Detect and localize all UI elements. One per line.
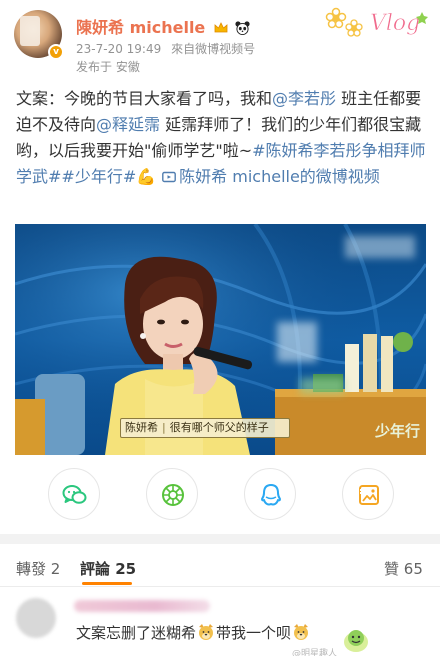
share-actions bbox=[0, 468, 440, 520]
tab-comments-count: 25 bbox=[115, 560, 137, 578]
tab-comments-label: 評論 bbox=[80, 560, 111, 578]
avatar-decoration bbox=[20, 16, 40, 46]
verified-badge-icon: v bbox=[48, 44, 64, 60]
post-location: 发布于 安徽 bbox=[76, 60, 140, 74]
comment-text: 文案忘删了迷糊希 带我一个呗 bbox=[76, 622, 311, 643]
share-qq-button[interactable] bbox=[244, 468, 296, 520]
comment-item[interactable]: 文案忘删了迷糊希 带我一个呗 bbox=[0, 590, 440, 656]
video-link-text: 陈妍希 michelle的微博视频 bbox=[179, 167, 380, 186]
vlog-badge-text: Vlog bbox=[370, 11, 420, 36]
comment-text-part: 带我一个呗 bbox=[216, 624, 292, 642]
post-header: v 陳妍希 michelle 23-7-20 19:49 來自微博视频号 发布于… bbox=[0, 0, 440, 84]
subtitle-speaker: 陈妍希 bbox=[125, 421, 158, 434]
video-link[interactable]: 陈妍希 michelle的微博视频 bbox=[156, 167, 380, 186]
interaction-tabs: 轉發 2 評論 25 贊 65 bbox=[0, 552, 440, 586]
image-watermark: @明星趣人 bbox=[292, 649, 338, 656]
source-prefix: 來自 bbox=[171, 42, 196, 56]
tab-repost-count: 2 bbox=[50, 560, 61, 578]
mention-link[interactable]: @李若彤 bbox=[272, 89, 336, 108]
post-text-part: 文案：今晚的节目大家看了吗，我和 bbox=[16, 89, 273, 108]
panda-icon bbox=[235, 21, 251, 35]
image-share-icon bbox=[359, 485, 379, 505]
crown-icon bbox=[214, 22, 228, 33]
active-tab-indicator bbox=[82, 582, 132, 585]
tab-likes-label: 贊 bbox=[384, 560, 400, 578]
subtitle-text: 很有哪个师父的样子 bbox=[169, 421, 269, 434]
tab-likes[interactable]: 贊 65 bbox=[384, 558, 423, 579]
section-divider bbox=[0, 534, 440, 544]
moments-icon bbox=[162, 484, 184, 506]
mention-link[interactable]: @释延霈 bbox=[96, 115, 160, 134]
subtitle-separator: | bbox=[162, 421, 166, 434]
share-image-button[interactable] bbox=[342, 468, 394, 520]
sticker-icon bbox=[344, 630, 368, 652]
video-icon bbox=[162, 171, 177, 183]
tabs-divider bbox=[0, 586, 440, 587]
commenter-name-blurred[interactable] bbox=[74, 600, 210, 612]
post-text: 文案：今晚的节目大家看了吗，我和@李若彤 班主任都要迫不及待向@释延霈 延霈拜师… bbox=[16, 86, 426, 190]
post-timestamp: 23-7-20 19:49 bbox=[76, 42, 162, 56]
username-text: 陳妍希 michelle bbox=[76, 18, 206, 37]
post-meta: 23-7-20 19:49 來自微博视频号 bbox=[76, 40, 255, 57]
share-wechat-button[interactable] bbox=[48, 468, 100, 520]
blurred-overlay bbox=[345, 236, 415, 258]
muscle-emoji: 💪 bbox=[136, 167, 157, 186]
username-link[interactable]: 陳妍希 michelle bbox=[76, 14, 251, 38]
qq-icon bbox=[261, 484, 281, 506]
vlog-badge-icon: Vlog bbox=[325, 7, 428, 37]
share-moments-button[interactable] bbox=[146, 468, 198, 520]
blurred-overlay bbox=[277, 322, 317, 362]
doge-emoji-icon bbox=[199, 624, 214, 640]
show-watermark: 少年行 bbox=[375, 422, 421, 440]
chat-icon bbox=[62, 485, 87, 504]
blurred-overlay bbox=[300, 378, 344, 394]
commenter-avatar[interactable] bbox=[16, 598, 56, 638]
tab-comments[interactable]: 評論 25 bbox=[80, 558, 136, 579]
video-subtitle: 陈妍希 | 很有哪个师父的样子 bbox=[120, 418, 290, 438]
tab-repost-label: 轉發 bbox=[16, 560, 47, 578]
hashtag-link[interactable]: #少年行# bbox=[61, 167, 136, 186]
post-source-link[interactable]: 微博视频号 bbox=[195, 42, 255, 56]
comment-text-part: 文案忘删了迷糊希 bbox=[76, 624, 197, 642]
tab-repost[interactable]: 轉發 2 bbox=[16, 558, 60, 579]
tab-likes-count: 65 bbox=[403, 560, 423, 578]
doge-emoji-icon bbox=[294, 624, 309, 640]
